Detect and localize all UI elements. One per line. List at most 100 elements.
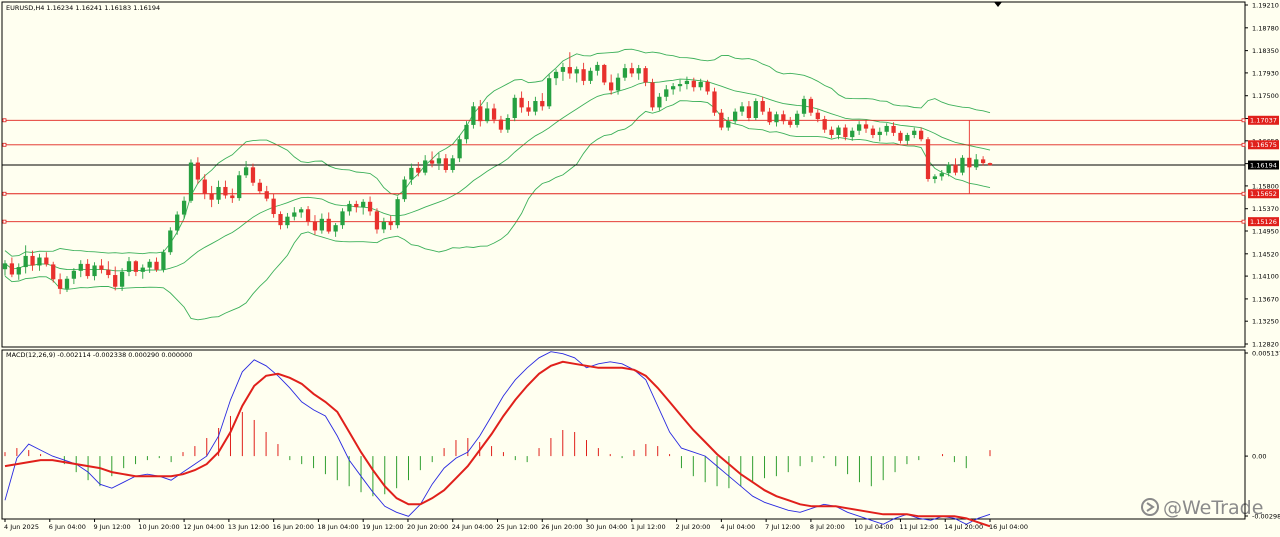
level-left-handle[interactable] xyxy=(2,142,7,147)
time-tick-label: 13 Jun 12:00 xyxy=(228,523,269,531)
candle-body xyxy=(650,82,655,108)
candle xyxy=(739,102,745,116)
candle xyxy=(581,62,586,86)
candles xyxy=(2,52,993,295)
time-tick-label: 24 Jun 04:00 xyxy=(452,523,493,531)
candle xyxy=(629,62,634,78)
candle xyxy=(705,79,710,95)
time-tick-label: 16 Jul 04:00 xyxy=(989,523,1028,531)
candle xyxy=(99,259,104,274)
time-tick-label: 4 Jun 2025 xyxy=(4,523,39,531)
candle-body xyxy=(677,84,683,87)
level-right-handle[interactable] xyxy=(1241,219,1246,224)
time-tick-label: 1 Jul 12:00 xyxy=(631,523,666,531)
candle-body xyxy=(409,167,414,180)
level-left-handle[interactable] xyxy=(2,118,7,123)
level-left-handle[interactable] xyxy=(2,219,7,224)
candle-body xyxy=(925,139,931,180)
candle xyxy=(319,213,324,234)
candle-body xyxy=(671,86,676,90)
candle-body xyxy=(698,81,703,88)
macd-axis: 0.005137 0.00 -0.002985 xyxy=(1245,350,1280,521)
candle xyxy=(767,107,772,125)
candle xyxy=(361,199,366,215)
candle xyxy=(443,154,448,173)
time-tick-label: 19 Jun 12:00 xyxy=(362,523,403,531)
candle xyxy=(78,260,83,278)
candle-body xyxy=(560,67,566,72)
candle xyxy=(622,63,628,81)
candle-body xyxy=(505,118,510,130)
candle-body xyxy=(37,257,42,266)
candle xyxy=(684,76,690,90)
candle-body xyxy=(794,113,800,125)
candle-body xyxy=(133,261,139,272)
candle-body xyxy=(264,191,269,199)
candle-body xyxy=(271,198,276,215)
candle-body xyxy=(71,270,77,279)
candle xyxy=(560,62,566,81)
candle xyxy=(595,61,600,76)
candle-body xyxy=(188,162,194,201)
level-right-handle[interactable] xyxy=(1241,191,1246,196)
candle xyxy=(574,66,579,83)
time-tick-label: 10 Jun 20:00 xyxy=(138,523,179,531)
candle-body xyxy=(64,278,70,289)
time-tick-label: 30 Jun 04:00 xyxy=(586,523,627,531)
candle-body xyxy=(781,114,786,122)
candle-body xyxy=(16,267,21,275)
candle xyxy=(354,200,359,213)
candle-body xyxy=(512,97,517,118)
candle-body xyxy=(209,193,214,200)
price-tick-label: 1.18350 xyxy=(1252,47,1279,55)
level-price-label: 1.17037 xyxy=(1250,117,1277,125)
time-tick-label: 9 Jun 12:00 xyxy=(94,523,131,531)
price-tick-label: 1.14100 xyxy=(1252,273,1279,281)
candle-body xyxy=(960,157,965,173)
candle xyxy=(829,126,834,139)
candle-body xyxy=(230,195,235,199)
macd-header: MACD(12,26,9) -0.002114 -0.002338 0.0002… xyxy=(6,351,192,359)
candle-body xyxy=(519,97,524,108)
candle xyxy=(650,78,655,111)
wetrade-logo-icon xyxy=(1141,498,1159,516)
level-left-handle[interactable] xyxy=(2,191,7,196)
candle-body xyxy=(691,80,696,88)
price-tick-label: 1.12820 xyxy=(1252,341,1279,349)
candle xyxy=(278,211,283,230)
candle xyxy=(457,135,462,163)
wetrade-watermark: @WeTrade xyxy=(1163,497,1263,519)
price-tick-label: 1.15370 xyxy=(1252,205,1279,213)
candle-body xyxy=(918,130,924,140)
candle xyxy=(2,260,8,276)
candle xyxy=(271,193,276,218)
candle-body xyxy=(361,201,366,208)
candle xyxy=(181,196,187,219)
candle xyxy=(154,257,159,272)
candle xyxy=(870,125,876,139)
candle-body xyxy=(140,267,145,272)
candle xyxy=(395,196,400,229)
eurusd-h4-chart[interactable]: EURUSD,H4 1.16234 1.16241 1.16183 1.1619… xyxy=(0,0,1280,537)
candle xyxy=(388,215,393,230)
candle-body xyxy=(30,255,35,266)
level-right-handle[interactable] xyxy=(1241,142,1246,147)
candle-body xyxy=(932,176,938,180)
candle-body xyxy=(912,130,917,135)
price-panel-frame xyxy=(1,1,1246,348)
candle-body xyxy=(884,125,889,132)
candle-body xyxy=(250,167,256,183)
candle xyxy=(209,185,214,208)
candle-body xyxy=(808,98,814,113)
candle-body xyxy=(464,124,469,140)
candle-body xyxy=(305,209,311,222)
candle xyxy=(223,180,228,199)
candle-body xyxy=(312,221,318,231)
candle-body xyxy=(423,160,428,173)
candle-body xyxy=(367,201,373,212)
level-right-handle[interactable] xyxy=(1241,118,1246,123)
candle xyxy=(147,259,152,273)
candle xyxy=(9,257,15,278)
candle-body xyxy=(51,264,56,280)
candle xyxy=(671,82,676,95)
